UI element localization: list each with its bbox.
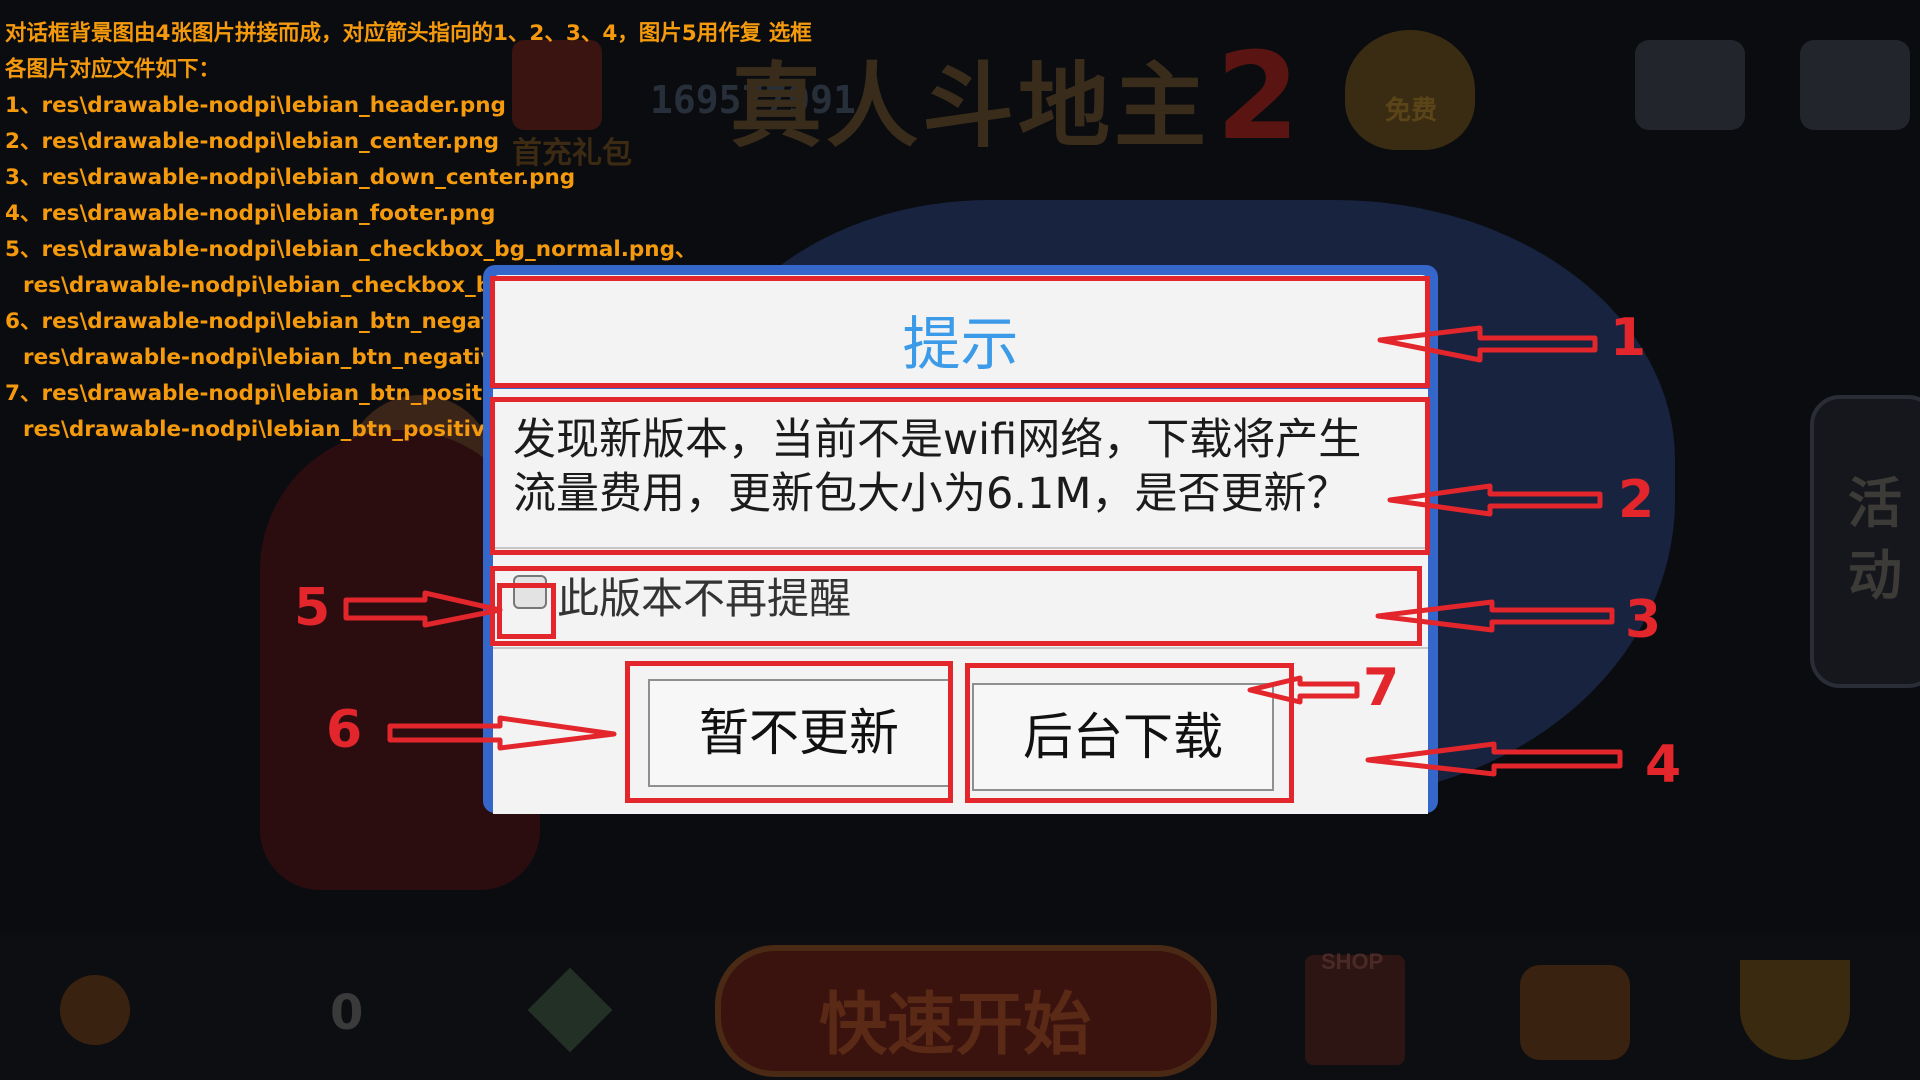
callout-number-1: 1 — [1610, 308, 1647, 368]
note-line: 对话框背景图由4张图片拼接而成，对应箭头指向的1、2、3、4，图片5用作复 选框 — [5, 21, 812, 46]
callout-box-header — [490, 276, 1430, 388]
callout-number-3: 3 — [1625, 590, 1662, 650]
shop-icon[interactable]: SHOP — [1305, 949, 1405, 1065]
callout-number-2: 2 — [1618, 470, 1655, 530]
announcement-icon[interactable] — [1635, 40, 1745, 130]
callout-number-7: 7 — [1363, 658, 1400, 718]
note-line: 各图片对应文件如下： — [5, 57, 221, 82]
shop-label: SHOP — [1321, 949, 1384, 974]
free-coin-label: 免费 — [1385, 95, 1438, 125]
callout-number-6: 6 — [326, 700, 363, 760]
backpack-icon[interactable] — [1520, 965, 1630, 1060]
free-coin-bag-icon[interactable]: 免费 — [1345, 30, 1475, 150]
callout-box-negative-button — [625, 661, 953, 803]
file-note: 1、res\drawable-nodpi\lebian_header.png — [5, 93, 506, 118]
callout-box-checkbox — [497, 583, 556, 639]
callout-box-positive-button — [965, 663, 1294, 803]
file-note: 3、res\drawable-nodpi\lebian_down_center.… — [5, 165, 576, 190]
quick-start-label: 快速开始 — [819, 986, 1092, 1065]
file-note: 4、res\drawable-nodpi\lebian_footer.png — [5, 201, 496, 226]
bean-icon — [60, 975, 130, 1045]
file-note: 5、res\drawable-nodpi\lebian_checkbox_bg_… — [5, 237, 697, 262]
bean-count: 0 — [330, 985, 364, 1041]
callout-box-down-center — [490, 566, 1422, 646]
activity-tab-label-1: 活 — [1848, 472, 1902, 535]
activity-tab-label-2: 动 — [1848, 544, 1902, 607]
game-title: 真人斗地主2 — [730, 28, 1304, 167]
quick-start-button[interactable]: 快速开始 — [715, 945, 1217, 1077]
file-note: 2、res\drawable-nodpi\lebian_center.png — [5, 129, 500, 154]
divider — [493, 647, 1428, 649]
callout-box-center — [490, 397, 1430, 555]
activity-tab[interactable]: 活 动 — [1810, 395, 1920, 688]
callout-number-4: 4 — [1645, 735, 1682, 795]
callout-number-5: 5 — [294, 578, 331, 638]
trophy-icon[interactable] — [1740, 960, 1850, 1060]
settings-gear-icon[interactable] — [1800, 40, 1910, 130]
